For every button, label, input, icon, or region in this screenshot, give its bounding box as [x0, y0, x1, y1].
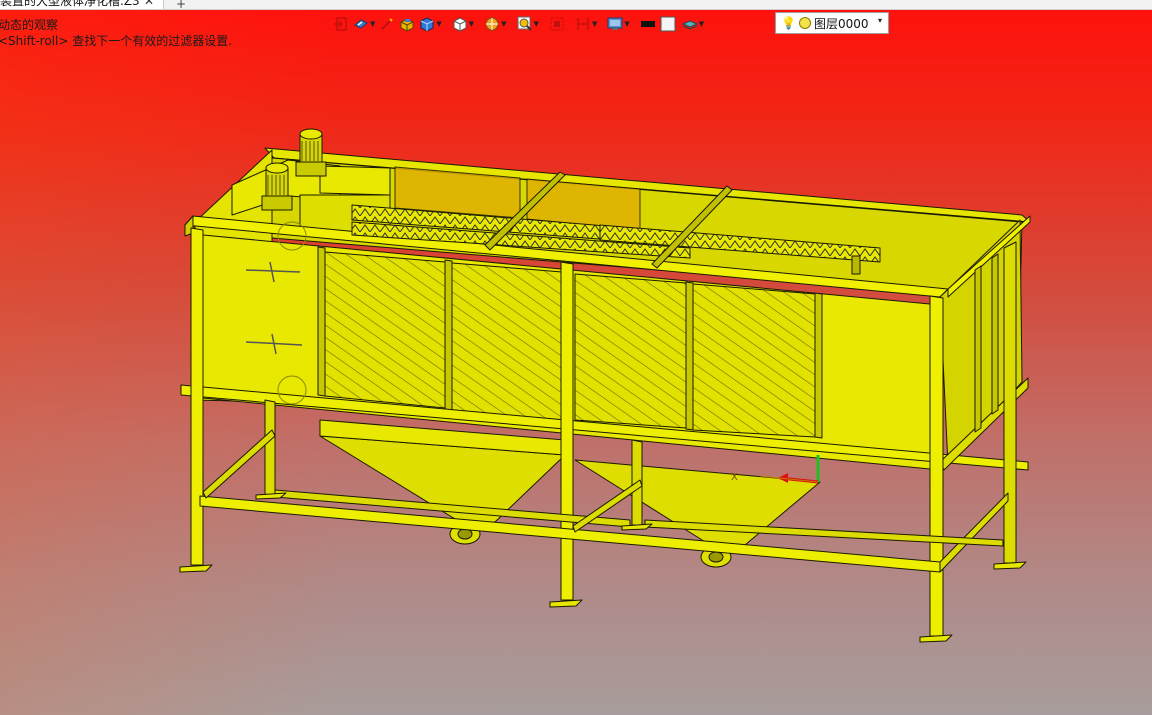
motor-left: [261, 162, 293, 211]
tank-model[interactable]: X: [0, 0, 1152, 715]
svg-text:X: X: [731, 472, 738, 483]
motor-right: [295, 128, 327, 177]
